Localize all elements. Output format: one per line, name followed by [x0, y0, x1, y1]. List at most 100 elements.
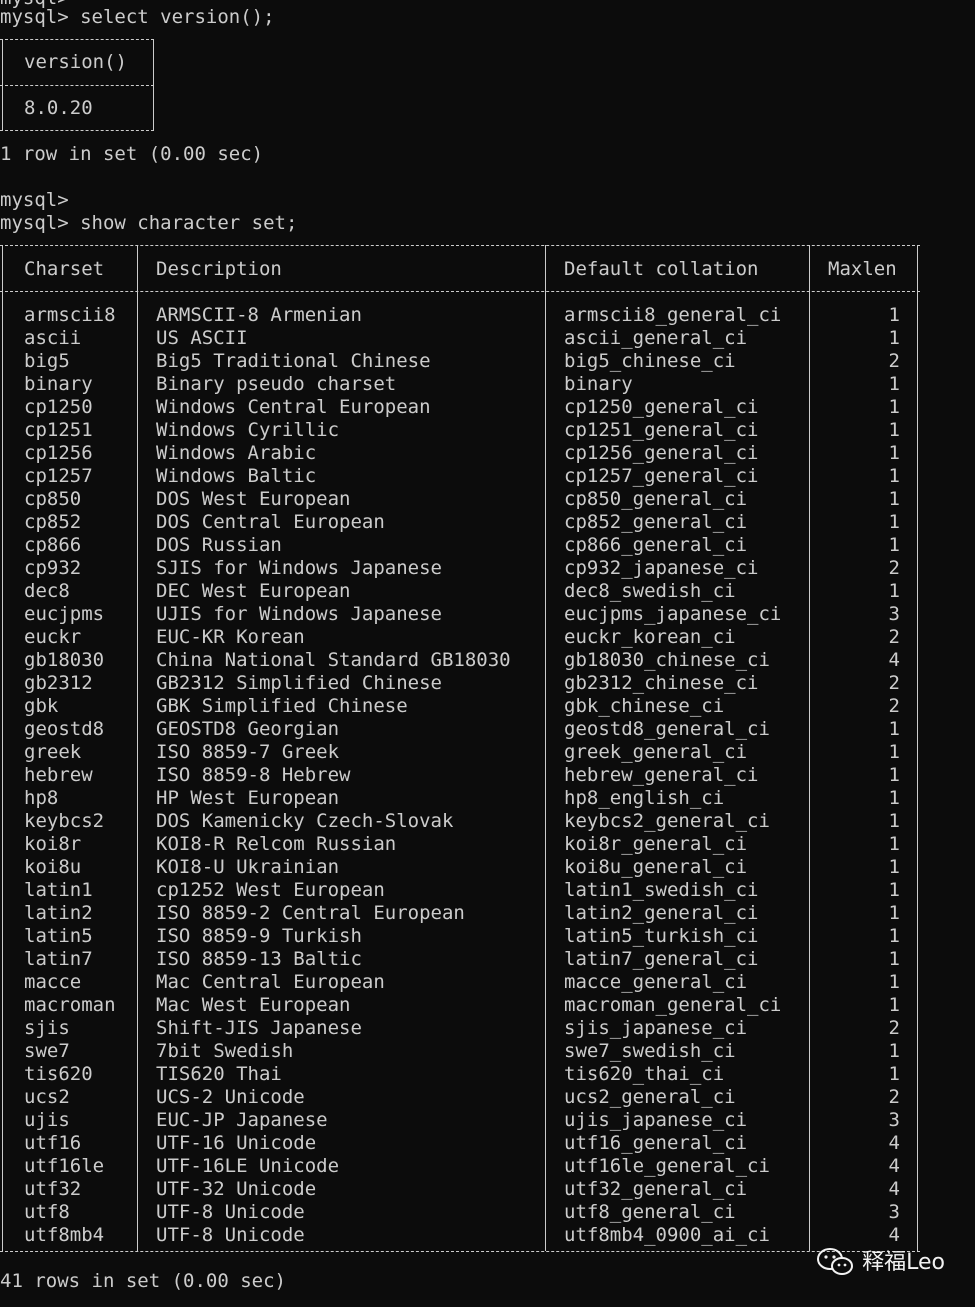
cell-description: UTF-16 Unicode [156, 1132, 317, 1154]
cell-collation: cp866_general_ci [564, 534, 748, 556]
cell-collation: geostd8_general_ci [564, 718, 770, 740]
cell-maxlen: 1 [888, 833, 900, 855]
watermark: 释福Leo [816, 1247, 945, 1277]
cell-maxlen: 1 [888, 488, 900, 510]
cell-maxlen: 1 [888, 396, 900, 418]
cell-maxlen: 4 [888, 1132, 900, 1154]
cell-collation: utf32_general_ci [564, 1178, 748, 1200]
cell-collation: cp1251_general_ci [564, 419, 759, 441]
table-border [2, 245, 3, 1251]
cell-charset: latin7 [24, 948, 93, 970]
cell-collation: macce_general_ci [564, 971, 748, 993]
cell-collation: cp850_general_ci [564, 488, 748, 510]
table-border [153, 39, 154, 130]
cell-maxlen: 1 [888, 787, 900, 809]
cell-charset: binary [24, 373, 93, 395]
cell-description: KOI8-U Ukrainian [156, 856, 340, 878]
cell-description: GB2312 Simplified Chinese [156, 672, 442, 694]
cell-maxlen: 2 [888, 350, 900, 372]
cell-collation: ujis_japanese_ci [564, 1109, 748, 1131]
cell-description: Big5 Traditional Chinese [156, 350, 431, 372]
cell-collation: dec8_swedish_ci [564, 580, 736, 602]
cell-collation: cp1257_general_ci [564, 465, 759, 487]
cell-collation: latin2_general_ci [564, 902, 759, 924]
cell-description: Mac Central European [156, 971, 385, 993]
cell-charset: utf16 [24, 1132, 82, 1154]
cell-charset: ujis [24, 1109, 70, 1131]
cell-description: EUC-JP Japanese [156, 1109, 328, 1131]
table-border [0, 245, 920, 246]
command-show-charset: mysql> show character set; [0, 212, 298, 234]
cell-charset: utf8 [24, 1201, 70, 1223]
cell-maxlen: 4 [888, 649, 900, 671]
cell-charset: koi8u [24, 856, 82, 878]
cell-description: Shift-JIS Japanese [156, 1017, 362, 1039]
cell-collation: keybcs2_general_ci [564, 810, 770, 832]
cell-charset: cp932 [24, 557, 82, 579]
watermark-text: 释福Leo [862, 1249, 945, 1275]
cell-description: ISO 8859-9 Turkish [156, 925, 362, 947]
cell-collation: cp932_japanese_ci [564, 557, 759, 579]
terminal-window[interactable]: mysql> mysql> select version(); version(… [0, 0, 975, 1307]
cell-maxlen: 1 [888, 971, 900, 993]
cell-charset: ucs2 [24, 1086, 70, 1108]
cell-collation: hebrew_general_ci [564, 764, 759, 786]
table-border [545, 245, 546, 1251]
cell-charset: sjis [24, 1017, 70, 1039]
cell-description: Mac West European [156, 994, 351, 1016]
cell-description: China National Standard GB18030 [156, 649, 511, 671]
cell-maxlen: 1 [888, 580, 900, 602]
cell-charset: hp8 [24, 787, 59, 809]
cell-maxlen: 1 [888, 925, 900, 947]
cell-collation: gb2312_chinese_ci [564, 672, 759, 694]
result-summary-2: 41 rows in set (0.00 sec) [0, 1270, 286, 1292]
cell-maxlen: 2 [888, 695, 900, 717]
cell-collation: latin7_general_ci [564, 948, 759, 970]
cell-description: DEC West European [156, 580, 351, 602]
cell-charset: ascii [24, 327, 82, 349]
cell-maxlen: 1 [888, 994, 900, 1016]
cell-collation: swe7_swedish_ci [564, 1040, 736, 1062]
cell-maxlen: 3 [888, 1109, 900, 1131]
cell-collation: armscii8_general_ci [564, 304, 782, 326]
cell-charset: keybcs2 [24, 810, 105, 832]
cell-maxlen: 1 [888, 741, 900, 763]
cell-charset: big5 [24, 350, 70, 372]
cell-maxlen: 4 [888, 1224, 900, 1246]
cell-description: ISO 8859-7 Greek [156, 741, 340, 763]
table-border [0, 130, 154, 131]
cell-collation: utf8mb4_0900_ai_ci [564, 1224, 770, 1246]
cell-charset: macce [24, 971, 82, 993]
cell-charset: cp1251 [24, 419, 93, 441]
cell-description: UTF-8 Unicode [156, 1201, 305, 1223]
cell-description: 7bit Swedish [156, 1040, 294, 1062]
header-maxlen: Maxlen [828, 258, 897, 280]
cell-description: DOS West European [156, 488, 351, 510]
cell-description: UCS-2 Unicode [156, 1086, 305, 1108]
cell-maxlen: 2 [888, 1086, 900, 1108]
cell-description: Windows Baltic [156, 465, 317, 487]
cell-description: ISO 8859-2 Central European [156, 902, 465, 924]
cell-charset: geostd8 [24, 718, 105, 740]
cell-description: Windows Cyrillic [156, 419, 340, 441]
cell-description: ISO 8859-8 Hebrew [156, 764, 351, 786]
cell-collation: cp1256_general_ci [564, 442, 759, 464]
cell-description: SJIS for Windows Japanese [156, 557, 442, 579]
cell-maxlen: 1 [888, 764, 900, 786]
table-border [917, 245, 918, 1251]
cell-charset: latin1 [24, 879, 93, 901]
cell-collation: gb18030_chinese_ci [564, 649, 770, 671]
cell-charset: cp1257 [24, 465, 93, 487]
cell-description: UJIS for Windows Japanese [156, 603, 442, 625]
blank-prompt: mysql> [0, 189, 69, 211]
cell-description: Windows Central European [156, 396, 431, 418]
header-default-collation: Default collation [564, 258, 759, 280]
cell-maxlen: 1 [888, 511, 900, 533]
cell-maxlen: 3 [888, 603, 900, 625]
cell-charset: cp1256 [24, 442, 93, 464]
cell-charset: koi8r [24, 833, 82, 855]
cell-collation: macroman_general_ci [564, 994, 782, 1016]
header-charset: Charset [24, 258, 105, 280]
cell-collation: cp1250_general_ci [564, 396, 759, 418]
cell-charset: gb2312 [24, 672, 93, 694]
